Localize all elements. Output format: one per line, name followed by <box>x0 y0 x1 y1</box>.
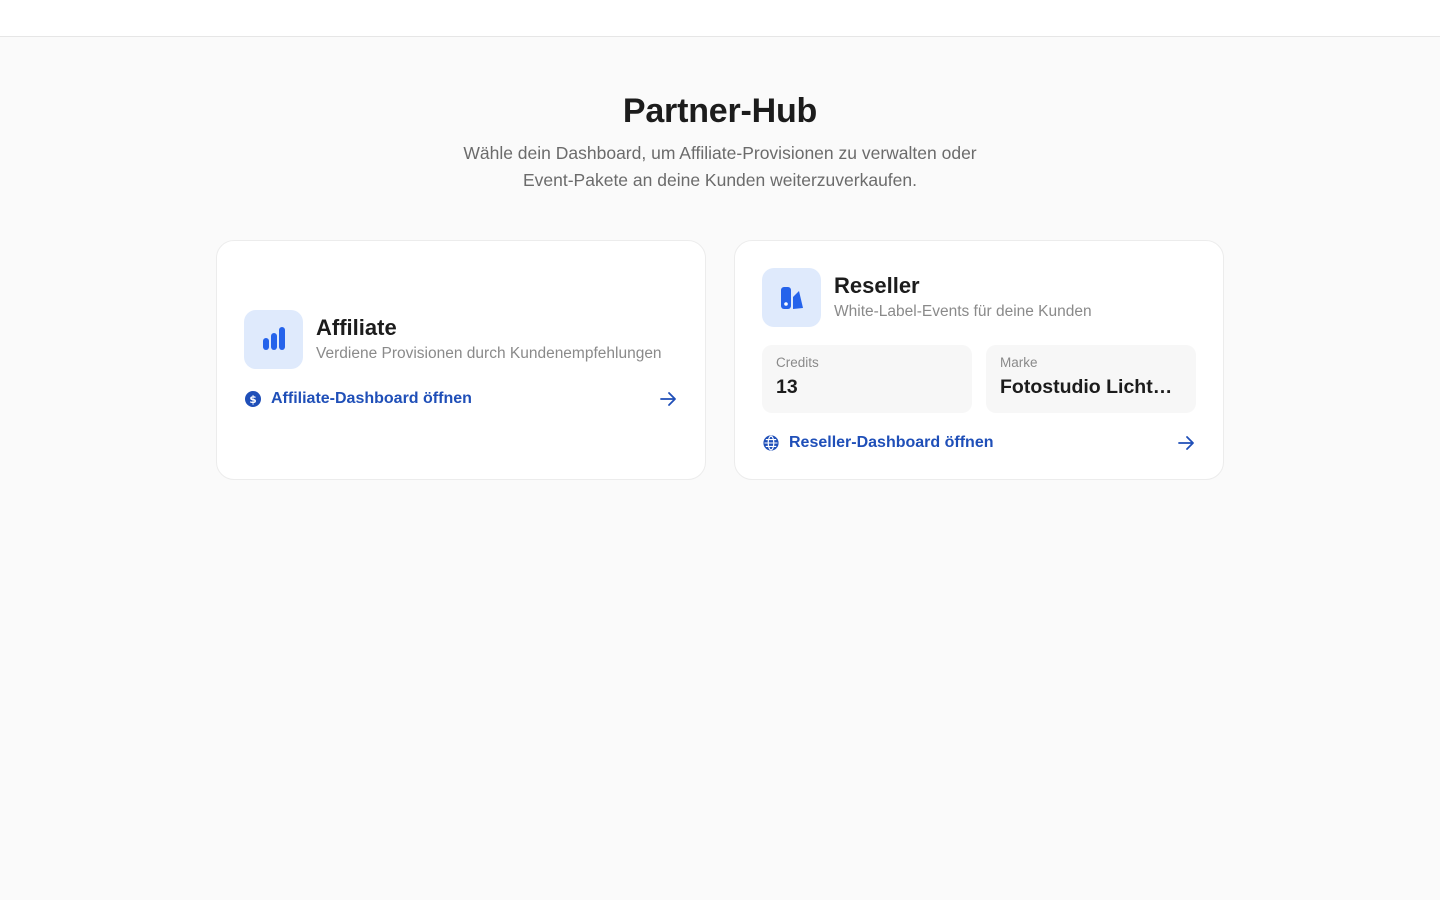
affiliate-card-subtitle: Verdiene Provisionen durch Kundenempfehl… <box>316 344 662 362</box>
reseller-card[interactable]: Reseller White-Label-Events für deine Ku… <box>734 240 1224 480</box>
reseller-card-header: Reseller White-Label-Events für deine Ku… <box>762 268 1196 327</box>
credits-stat: Credits 13 <box>762 345 972 413</box>
bar-chart-icon <box>244 309 303 369</box>
affiliate-card-header: Affiliate Verdiene Provisionen durch Kun… <box>244 309 678 369</box>
affiliate-card[interactable]: Affiliate Verdiene Provisionen durch Kun… <box>216 240 706 480</box>
svg-text:$: $ <box>249 394 256 406</box>
stat-label: Credits <box>776 355 819 370</box>
affiliate-card-title: Affiliate <box>316 314 397 340</box>
page-header: Partner-Hub Wähle dein Dashboard, um Aff… <box>0 90 1440 194</box>
page-title: Partner-Hub <box>622 92 818 130</box>
affiliate-link-label: Affiliate-Dashboard öffnen <box>271 389 472 407</box>
page-subtitle: Wähle dein Dashboard, um Affiliate-Provi… <box>463 143 977 190</box>
arrow-right-icon <box>658 389 678 409</box>
stat-value: Fotostudio Lichtblick <box>1000 376 1182 398</box>
reseller-link-label: Reseller-Dashboard öffnen <box>789 434 994 451</box>
stat-label: Marke <box>1000 355 1038 370</box>
open-affiliate-dashboard-link[interactable]: $ Affiliate-Dashboard öffnen <box>244 387 678 411</box>
reseller-card-title: Reseller <box>834 273 920 298</box>
open-reseller-dashboard-link[interactable]: Reseller-Dashboard öffnen <box>762 431 1196 455</box>
arrow-right-icon <box>1176 433 1196 453</box>
brand-stat: Marke Fotostudio Lichtblick <box>986 345 1196 413</box>
top-bar <box>0 0 1440 37</box>
stat-value: 13 <box>776 376 798 398</box>
reseller-card-subtitle: White-Label-Events für deine Kunden <box>834 303 1092 320</box>
dollar-circle-icon: $ <box>244 390 262 408</box>
reseller-stats: Credits 13 Marke Fotostudio Lichtblick <box>762 345 1196 413</box>
globe-icon <box>762 434 780 452</box>
swatchbook-icon <box>762 268 821 327</box>
